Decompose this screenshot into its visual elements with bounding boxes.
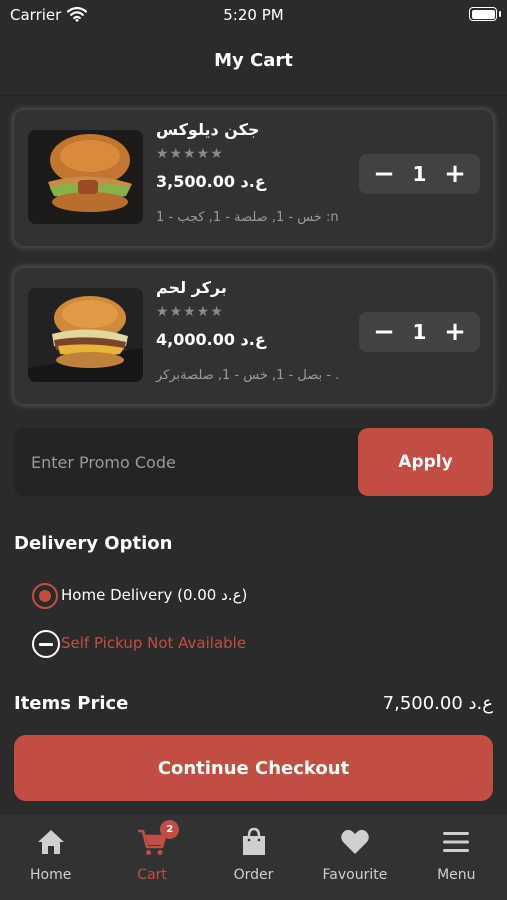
page-title: My Cart [214, 50, 293, 71]
cart-badge: 2 [160, 820, 180, 839]
self-pickup-option [32, 630, 60, 658]
promo-code-input[interactable] [14, 428, 358, 496]
tab-label: Cart [137, 867, 167, 883]
item-addons: خس - 1, صلصة - 1, كجب - 1 :n [156, 210, 339, 225]
tab-menu[interactable]: Menu [406, 815, 507, 900]
nav-divider [0, 95, 507, 96]
menu-icon [439, 825, 473, 859]
rating-stars: ★★★★★ [156, 146, 224, 162]
home-delivery-label: Home Delivery (ع.د 0.00) [61, 586, 248, 604]
home-icon [34, 825, 68, 859]
clock: 5:20 PM [223, 6, 284, 24]
promo-section: Apply [14, 428, 493, 496]
tab-label: Favourite [322, 867, 388, 883]
item-price: ع.د 4,000.00 [156, 330, 266, 349]
quantity-value: 1 [412, 320, 427, 344]
heart-icon [338, 825, 372, 859]
tab-label: Order [233, 867, 274, 883]
self-pickup-label: Self Pickup Not Available [61, 634, 247, 652]
quantity-stepper: − 1 + [359, 312, 480, 352]
item-price: ع.د 3,500.00 [156, 172, 266, 191]
quantity-stepper: − 1 + [359, 154, 480, 194]
quantity-value: 1 [412, 162, 427, 186]
item-addons: بصل - 1, خس - 1, صلصةبركر - . [156, 368, 340, 383]
item-name: بركر لحم [156, 278, 227, 297]
tab-label: Menu [437, 867, 476, 883]
battery-tip [499, 11, 501, 17]
decrement-button[interactable]: − [373, 319, 395, 345]
product-image [28, 288, 143, 382]
tab-order[interactable]: Order [203, 815, 304, 900]
delivery-option-title: Delivery Option [14, 533, 173, 554]
radio-selected-icon[interactable] [32, 583, 58, 609]
product-image [28, 130, 143, 224]
status-bar: Carrier 5:20 PM [0, 0, 507, 30]
tab-favourite[interactable]: Favourite [304, 815, 405, 900]
increment-button[interactable]: + [444, 161, 466, 187]
battery-icon [469, 7, 497, 21]
apply-button[interactable]: Apply [358, 428, 493, 496]
decrement-button[interactable]: − [373, 161, 395, 187]
tab-bar: Home 2 Cart Order Favourite Menu [0, 815, 507, 900]
home-delivery-option[interactable] [32, 582, 58, 610]
rating-stars: ★★★★★ [156, 304, 224, 320]
cart-item: جكن ديلوكس ★★★★★ ع.د 3,500.00 خس - 1, صل… [14, 110, 493, 246]
tab-home[interactable]: Home [0, 815, 101, 900]
items-price-label: Items Price [14, 693, 129, 714]
increment-button[interactable]: + [444, 319, 466, 345]
tab-label: Home [30, 867, 72, 883]
item-name: جكن ديلوكس [156, 120, 260, 139]
bag-icon [237, 825, 271, 859]
continue-checkout-button[interactable]: Continue Checkout [14, 735, 493, 801]
not-available-icon [32, 630, 60, 658]
items-price-value: ع.د 7,500.00 [382, 693, 493, 714]
cart-item: بركر لحم ★★★★★ ع.د 4,000.00 بصل - 1, خس … [14, 268, 493, 404]
tab-cart[interactable]: 2 Cart [101, 815, 202, 900]
